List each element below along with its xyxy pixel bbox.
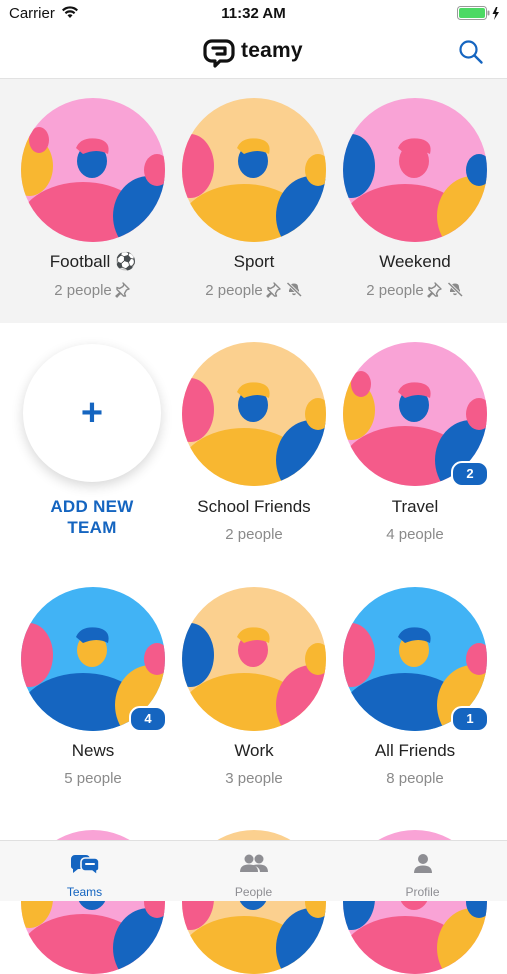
pin-icon	[115, 282, 130, 298]
mute-icon	[285, 281, 303, 298]
pin-icon	[427, 282, 442, 298]
team-card-sport[interactable]: Sport 2 people	[173, 98, 335, 308]
plus-icon: +	[80, 392, 104, 434]
team-name: School Friends	[197, 497, 311, 516]
team-avatar-weekend	[343, 98, 487, 242]
battery-icon	[457, 6, 499, 20]
clock: 11:32 AM	[221, 5, 286, 22]
team-member-count: 2 people	[54, 282, 112, 299]
people-icon	[239, 854, 268, 872]
team-card-work[interactable]: Work 3 people	[173, 587, 335, 797]
team-avatar-football	[21, 98, 165, 242]
team-name: Football	[49, 252, 111, 271]
tab-label: Teams	[66, 885, 103, 899]
mute-icon	[446, 281, 464, 298]
team-card-all-friends[interactable]: 1 All Friends 8 people	[334, 587, 496, 797]
team-avatar-school-friends	[182, 342, 326, 486]
profile-icon	[413, 854, 432, 873]
team-card-news[interactable]: 4 News 5 people	[12, 587, 174, 797]
team-name: Work	[234, 741, 274, 760]
tab-label: Profile	[405, 885, 440, 899]
tab-teams[interactable]: Teams	[0, 841, 169, 901]
unread-badge: 2	[451, 461, 489, 487]
teams-chat-icon	[70, 855, 100, 877]
status-bar: Carrier 11:32 AM	[0, 0, 507, 28]
soccer-ball-icon: ⚽	[115, 252, 137, 271]
team-avatar-work	[182, 587, 326, 731]
tab-people[interactable]: People	[169, 841, 338, 901]
team-card-school-friends[interactable]: School Friends 2 people	[173, 342, 335, 552]
team-name: News	[71, 741, 115, 760]
unread-badge: 4	[129, 706, 167, 732]
team-name: Sport	[233, 252, 275, 271]
team-name: All Friends	[374, 741, 456, 760]
team-avatar-sport	[182, 98, 326, 242]
team-card-travel[interactable]: 2 Travel 4 people	[334, 342, 496, 552]
tab-bar: Teams People Profile	[0, 840, 507, 901]
team-member-count: 4 people	[386, 526, 444, 543]
team-member-count: 8 people	[386, 770, 444, 787]
search-icon[interactable]	[458, 39, 484, 65]
team-card-weekend[interactable]: Weekend 2 people	[334, 98, 496, 308]
tab-profile[interactable]: Profile	[338, 841, 507, 901]
team-member-count: 3 people	[225, 770, 283, 787]
team-name: Weekend	[379, 252, 451, 271]
team-card-football[interactable]: Football ⚽ 2 people	[12, 98, 174, 308]
tab-label: People	[234, 885, 273, 899]
app-header: teamy	[0, 28, 507, 79]
pin-icon	[266, 282, 281, 298]
team-member-count: 2 people	[205, 282, 263, 299]
team-member-count: 2 people	[366, 282, 424, 299]
team-member-count: 5 people	[64, 770, 122, 787]
team-name: Travel	[391, 497, 439, 516]
teamy-logo-icon	[203, 39, 235, 68]
add-new-team-label[interactable]: ADD NEW TEAM	[16, 496, 168, 538]
team-member-count: 2 people	[225, 526, 283, 543]
add-new-team-button[interactable]: +	[23, 344, 161, 482]
unread-badge: 1	[451, 706, 489, 732]
app-title: teamy	[241, 39, 303, 62]
